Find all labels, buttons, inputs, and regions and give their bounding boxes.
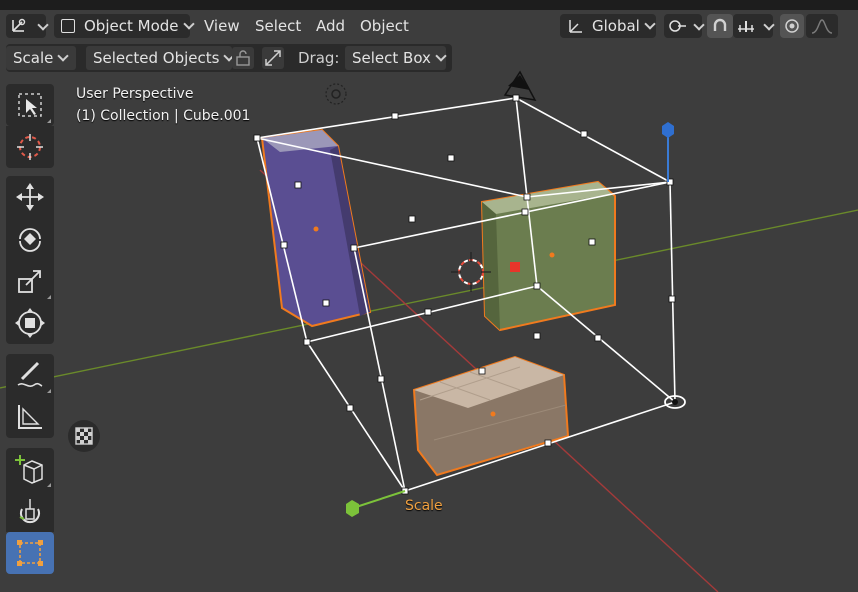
- more-tools-indicator: [47, 119, 51, 123]
- proportional-edit-toggle[interactable]: [780, 14, 804, 38]
- rotate-icon: [19, 228, 41, 252]
- pivot-point-dropdown[interactable]: [664, 14, 705, 38]
- more-tools-indicator: [47, 295, 51, 299]
- tool-select-box[interactable]: [6, 84, 54, 126]
- viewport-header: Object Mode View Select Add Object Globa…: [0, 10, 858, 42]
- tool-annotate[interactable]: [6, 354, 54, 396]
- menu-view[interactable]: View: [204, 14, 240, 38]
- add-cube-icon: [15, 455, 43, 484]
- axis-gizmo-icon: [12, 18, 26, 32]
- unlock-icon: [236, 50, 250, 66]
- tool-scale-cage[interactable]: [6, 532, 54, 574]
- tool-spin[interactable]: [6, 490, 54, 532]
- affect-label: Selected Objects: [93, 49, 220, 67]
- falloff-curve-icon: [811, 19, 833, 34]
- lock-toggle[interactable]: [232, 47, 254, 69]
- editor-type-dropdown[interactable]: [6, 14, 49, 38]
- view-name: User Perspective: [76, 86, 194, 102]
- chevron-down-icon: [57, 50, 70, 62]
- chevron-down-icon: [435, 50, 447, 62]
- transform-tool-label: Scale: [13, 49, 54, 67]
- tool-rotate[interactable]: [6, 218, 54, 260]
- scale-icon: [18, 270, 41, 293]
- select-box-icon: [18, 93, 42, 117]
- orientation-icon: [569, 20, 582, 33]
- gizmo-scale-label: Scale: [405, 498, 443, 514]
- transform-icon: [15, 308, 45, 338]
- chevron-down-icon: [37, 19, 49, 31]
- green-cube[interactable]: [480, 180, 616, 332]
- camera-object[interactable]: [503, 70, 537, 101]
- ruler-icon: [18, 405, 42, 429]
- move-icon: [16, 183, 44, 211]
- scale-cage-icon: [17, 540, 43, 566]
- more-tools-indicator: [47, 389, 51, 393]
- tool-measure[interactable]: [6, 396, 54, 438]
- workspace-tabs-strip: [0, 0, 858, 10]
- menu-object[interactable]: Object: [360, 14, 409, 38]
- tool-transform[interactable]: [6, 302, 54, 344]
- beige-cube[interactable]: [412, 355, 570, 477]
- magnet-icon: [713, 18, 727, 31]
- collection-info: (1) Collection | Cube.001: [76, 108, 251, 124]
- tool-settings-bar: Scale Selected Objects Drag: Select Box: [0, 44, 858, 72]
- proportional-edit-icon: [785, 19, 799, 33]
- transform-tool-dropdown[interactable]: Scale: [6, 46, 76, 70]
- y-axis-handle-cap[interactable]: [346, 500, 359, 517]
- pencil-icon: [17, 361, 43, 387]
- z-axis-handle-cap[interactable]: [662, 122, 674, 138]
- mode-dropdown[interactable]: Object Mode: [54, 14, 195, 38]
- checker-grid-icon: [75, 427, 93, 445]
- orientation-dropdown[interactable]: Global: [560, 14, 656, 38]
- more-tools-indicator: [47, 483, 51, 487]
- y-axis-handle[interactable]: [352, 490, 406, 509]
- light-object[interactable]: [325, 83, 347, 105]
- mode-label: Object Mode: [84, 17, 179, 35]
- affect-only-toggle[interactable]: [262, 47, 284, 69]
- falloff-dropdown[interactable]: [806, 14, 838, 38]
- drag-value: Select Box: [352, 49, 431, 67]
- tool-cursor[interactable]: [6, 126, 54, 168]
- pivot-icon: [669, 20, 686, 32]
- tool-add-cube[interactable]: [6, 448, 54, 490]
- snap-toggle[interactable]: [707, 14, 733, 38]
- chevron-down-icon: [644, 18, 656, 30]
- menu-add[interactable]: Add: [316, 14, 345, 38]
- drag-label: Drag:: [298, 49, 340, 67]
- chevron-down-icon: [693, 19, 705, 31]
- tool-scale[interactable]: [6, 260, 54, 302]
- scale-arrows-icon: [265, 50, 281, 66]
- view-camera-toggle[interactable]: [68, 420, 100, 452]
- tool-settings-panel: Scale Selected Objects Drag: Select Box: [6, 44, 452, 72]
- orientation-label: Global: [592, 17, 640, 35]
- menu-select[interactable]: Select: [255, 14, 301, 38]
- drag-dropdown[interactable]: Select Box: [345, 46, 447, 70]
- y-axis-line: [0, 209, 858, 389]
- x-axis-handle[interactable]: [510, 262, 520, 272]
- snap-increment-icon: [738, 21, 754, 32]
- tool-move[interactable]: [6, 176, 54, 218]
- chevron-down-icon: [182, 18, 195, 30]
- spin-icon: [19, 499, 40, 524]
- affect-dropdown[interactable]: Selected Objects: [86, 46, 236, 70]
- object-mode-icon: [61, 19, 75, 33]
- snap-target-dropdown[interactable]: [733, 14, 775, 38]
- cursor-icon: [17, 134, 43, 160]
- chevron-down-icon: [763, 19, 775, 31]
